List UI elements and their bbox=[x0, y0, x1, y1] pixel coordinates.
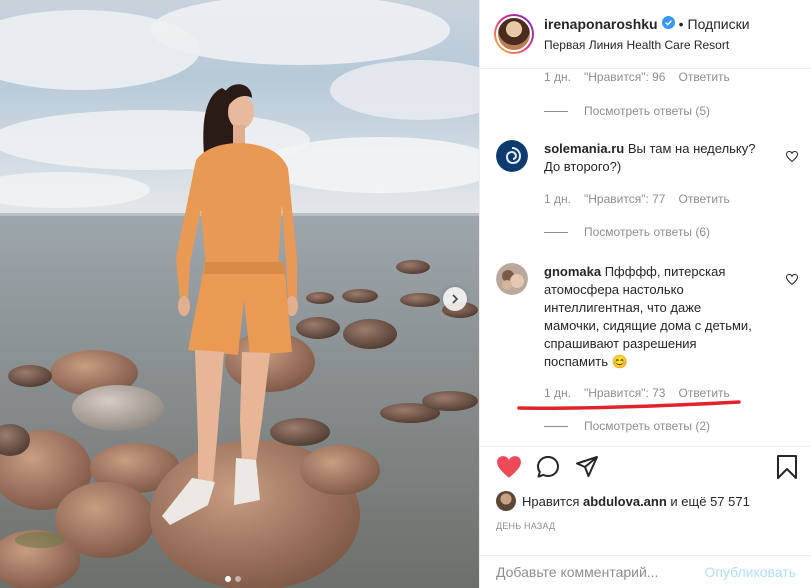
likes-summary[interactable]: Нравится abdulova.ann и ещё 57 571 bbox=[496, 491, 750, 511]
post-location[interactable]: Первая Линия Health Care Resort bbox=[544, 38, 750, 52]
add-comment-bar: Опубликовать bbox=[480, 555, 811, 588]
view-replies-button[interactable]: Посмотреть ответы (2) bbox=[544, 419, 710, 433]
view-replies-button[interactable]: Посмотреть ответы (6) bbox=[544, 225, 710, 239]
commenter-username[interactable]: solemania.ru bbox=[544, 141, 624, 156]
comments-list[interactable]: 1 дн. "Нравится": 96 Ответить Посмотреть… bbox=[480, 70, 811, 445]
reply-button[interactable]: Ответить bbox=[678, 70, 729, 84]
post-actions: Нравится abdulova.ann и ещё 57 571 ДЕНЬ … bbox=[480, 446, 811, 531]
heart-filled-icon[interactable] bbox=[496, 455, 522, 482]
view-replies-label: Посмотреть ответы (6) bbox=[584, 225, 711, 239]
comment-item: solemania.ru Вы там на недельку? До втор… bbox=[496, 140, 796, 176]
comment-time[interactable]: 1 дн. bbox=[544, 386, 571, 400]
post-side-panel: irenaponaroshku • Подписки Первая Линия … bbox=[479, 0, 811, 588]
post-header: irenaponaroshku • Подписки Первая Линия … bbox=[480, 0, 811, 69]
comment-likes[interactable]: "Нравится": 77 bbox=[584, 192, 666, 206]
comment-item: gnomaka Пфффф, питерская атомосфера наст… bbox=[496, 263, 796, 371]
comment-like-heart-icon[interactable] bbox=[785, 273, 799, 288]
comment-likes[interactable]: "Нравится": 96 bbox=[584, 70, 666, 84]
comment-meta: 1 дн. "Нравится": 73 Ответить bbox=[544, 386, 730, 400]
carousel-dots bbox=[225, 576, 241, 582]
commenter-avatar[interactable] bbox=[496, 140, 528, 172]
comment-time[interactable]: 1 дн. bbox=[544, 192, 571, 206]
carousel-dot-active bbox=[225, 576, 231, 582]
liker-username[interactable]: abdulova.ann bbox=[583, 494, 667, 509]
photo-image bbox=[0, 0, 479, 588]
author-avatar[interactable] bbox=[494, 14, 534, 54]
publish-button[interactable]: Опубликовать bbox=[704, 564, 796, 580]
comment-likes[interactable]: "Нравится": 73 bbox=[584, 386, 666, 400]
likes-prefix: Нравится bbox=[522, 493, 580, 509]
commenter-avatar[interactable] bbox=[496, 263, 528, 295]
view-replies-button[interactable]: Посмотреть ответы (5) bbox=[544, 104, 710, 118]
header-separator: • bbox=[678, 16, 684, 32]
carousel-dot bbox=[235, 576, 241, 582]
speech-bubble-icon[interactable] bbox=[536, 455, 560, 482]
verified-badge-icon bbox=[661, 16, 675, 32]
post-photo[interactable] bbox=[0, 0, 479, 588]
reply-button[interactable]: Ответить bbox=[678, 192, 729, 206]
comment-meta: 1 дн. "Нравится": 77 Ответить bbox=[544, 192, 730, 206]
following-button[interactable]: Подписки bbox=[688, 16, 750, 32]
view-replies-label: Посмотреть ответы (2) bbox=[584, 419, 711, 433]
comment-time[interactable]: 1 дн. bbox=[544, 70, 571, 84]
comment-text: Пфффф, питерская атомосфера настолько ин… bbox=[544, 264, 752, 369]
chevron-right-icon bbox=[450, 294, 460, 304]
post-date[interactable]: ДЕНЬ НАЗАД bbox=[496, 521, 555, 531]
comment-like-heart-icon[interactable] bbox=[785, 150, 799, 165]
comment-input[interactable] bbox=[496, 564, 705, 580]
bookmark-icon[interactable] bbox=[776, 455, 798, 482]
reply-button[interactable]: Ответить bbox=[678, 386, 729, 400]
likes-count[interactable]: и ещё 57 571 bbox=[670, 494, 749, 509]
author-username[interactable]: irenaponaroshku bbox=[544, 16, 658, 32]
commenter-username[interactable]: gnomaka bbox=[544, 264, 601, 279]
view-replies-label: Посмотреть ответы (5) bbox=[584, 104, 711, 118]
comment-meta: 1 дн. "Нравится": 96 Ответить bbox=[544, 70, 730, 84]
paper-plane-icon[interactable] bbox=[575, 455, 599, 482]
carousel-next-button[interactable] bbox=[443, 287, 467, 311]
liker-avatar bbox=[496, 491, 516, 511]
